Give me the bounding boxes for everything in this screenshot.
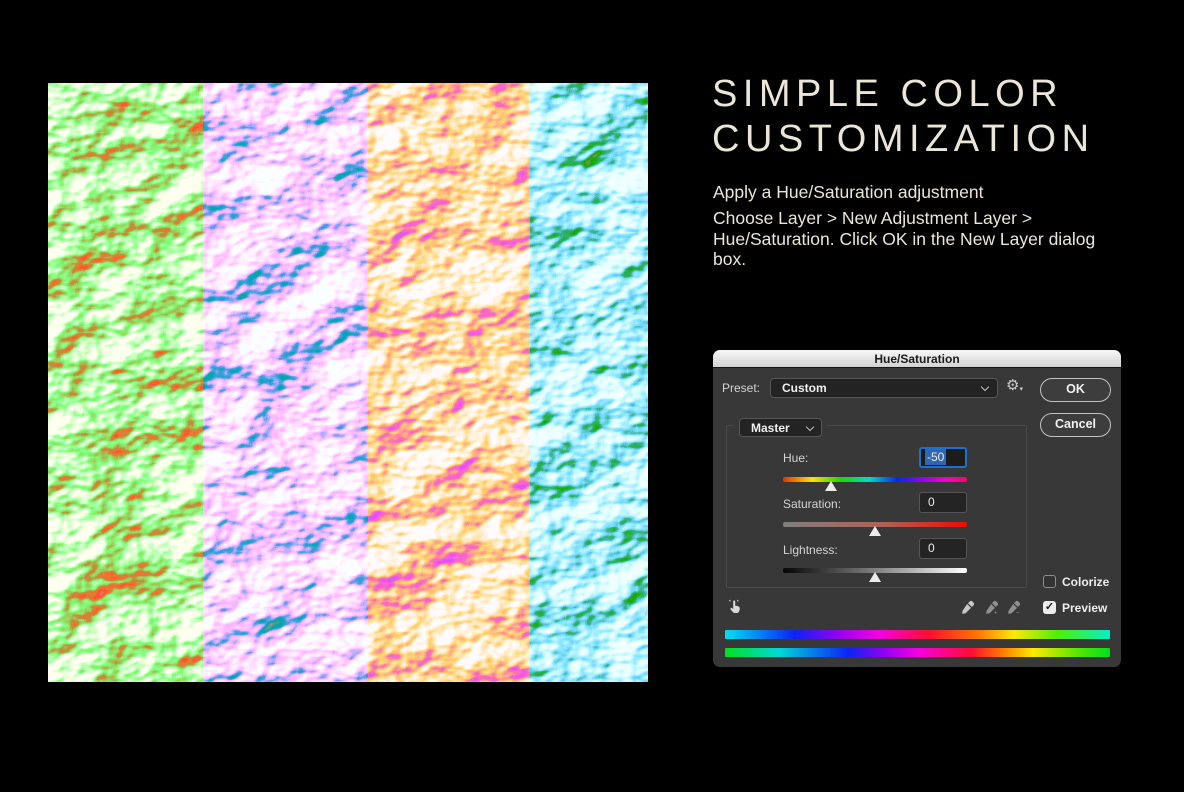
chevron-down-icon: [806, 423, 814, 431]
saturation-input-value: 0: [928, 495, 935, 509]
lightness-label: Lightness:: [783, 543, 838, 557]
channel-select-value: Master: [751, 421, 790, 435]
preview-checkbox[interactable]: ✓: [1043, 601, 1056, 614]
lightness-input-value: 0: [928, 541, 935, 555]
lightness-slider-thumb[interactable]: [869, 572, 881, 582]
eyedropper-minus-icon[interactable]: −: [1006, 600, 1022, 616]
artwork-preview-image: [48, 83, 648, 682]
output-spectrum-bar: [725, 648, 1110, 657]
intro-body-text: Choose Layer > New Adjustment Layer > Hu…: [713, 208, 1098, 270]
eyedropper-icon[interactable]: [960, 600, 976, 616]
hue-label: Hue:: [783, 451, 808, 465]
page-background: SIMPLE COLOR CUSTOMIZATION Apply a Hue/S…: [0, 0, 1184, 792]
page-title-line1: SIMPLE COLOR: [712, 72, 1095, 117]
artwork-strip-red: [48, 83, 203, 682]
artwork-strip-green: [530, 83, 648, 682]
hue-input[interactable]: -50: [919, 447, 967, 468]
gear-icon: ⚙: [1006, 376, 1019, 394]
saturation-label: Saturation:: [783, 497, 841, 511]
preset-select-value: Custom: [782, 381, 827, 395]
artwork-strip-teal: [203, 83, 368, 682]
chevron-down-icon: [981, 383, 989, 391]
saturation-input[interactable]: 0: [919, 492, 967, 513]
page-title: SIMPLE COLOR CUSTOMIZATION: [712, 72, 1095, 162]
preview-label: Preview: [1062, 601, 1107, 615]
channel-select[interactable]: Master: [739, 418, 822, 437]
saturation-slider-thumb[interactable]: [869, 526, 881, 536]
preset-label: Preset:: [722, 381, 760, 395]
checkmark-icon: ✓: [1045, 601, 1054, 613]
hue-slider-thumb[interactable]: [825, 481, 837, 491]
intro-lead-text: Apply a Hue/Saturation adjustment: [713, 182, 983, 203]
colorize-label: Colorize: [1062, 575, 1109, 589]
menu-caret-icon: ▾: [1019, 385, 1023, 393]
preset-select[interactable]: Custom: [770, 378, 998, 398]
svg-text:+: +: [994, 610, 998, 615]
input-spectrum-bar: [725, 630, 1110, 639]
colorize-checkbox[interactable]: [1043, 575, 1056, 588]
channel-groupbox: [726, 425, 1027, 588]
ok-button[interactable]: OK: [1040, 378, 1111, 402]
lightness-input[interactable]: 0: [919, 538, 967, 559]
eyedropper-plus-icon[interactable]: +: [984, 600, 1000, 616]
cancel-button[interactable]: Cancel: [1040, 413, 1111, 437]
hue-slider-track[interactable]: [783, 477, 967, 482]
dialog-titlebar[interactable]: Hue/Saturation: [713, 350, 1121, 368]
preset-options-gear-button[interactable]: ⚙▾: [1006, 376, 1023, 394]
page-title-line2: CUSTOMIZATION: [712, 117, 1095, 162]
hue-input-value: -50: [925, 449, 946, 465]
on-image-adjustment-hand-icon[interactable]: [727, 598, 743, 614]
hue-saturation-dialog: Hue/Saturation Preset: Custom ⚙▾ OK Canc…: [713, 350, 1121, 667]
artwork-strip-magenta: [368, 83, 530, 682]
svg-text:−: −: [1016, 610, 1020, 615]
